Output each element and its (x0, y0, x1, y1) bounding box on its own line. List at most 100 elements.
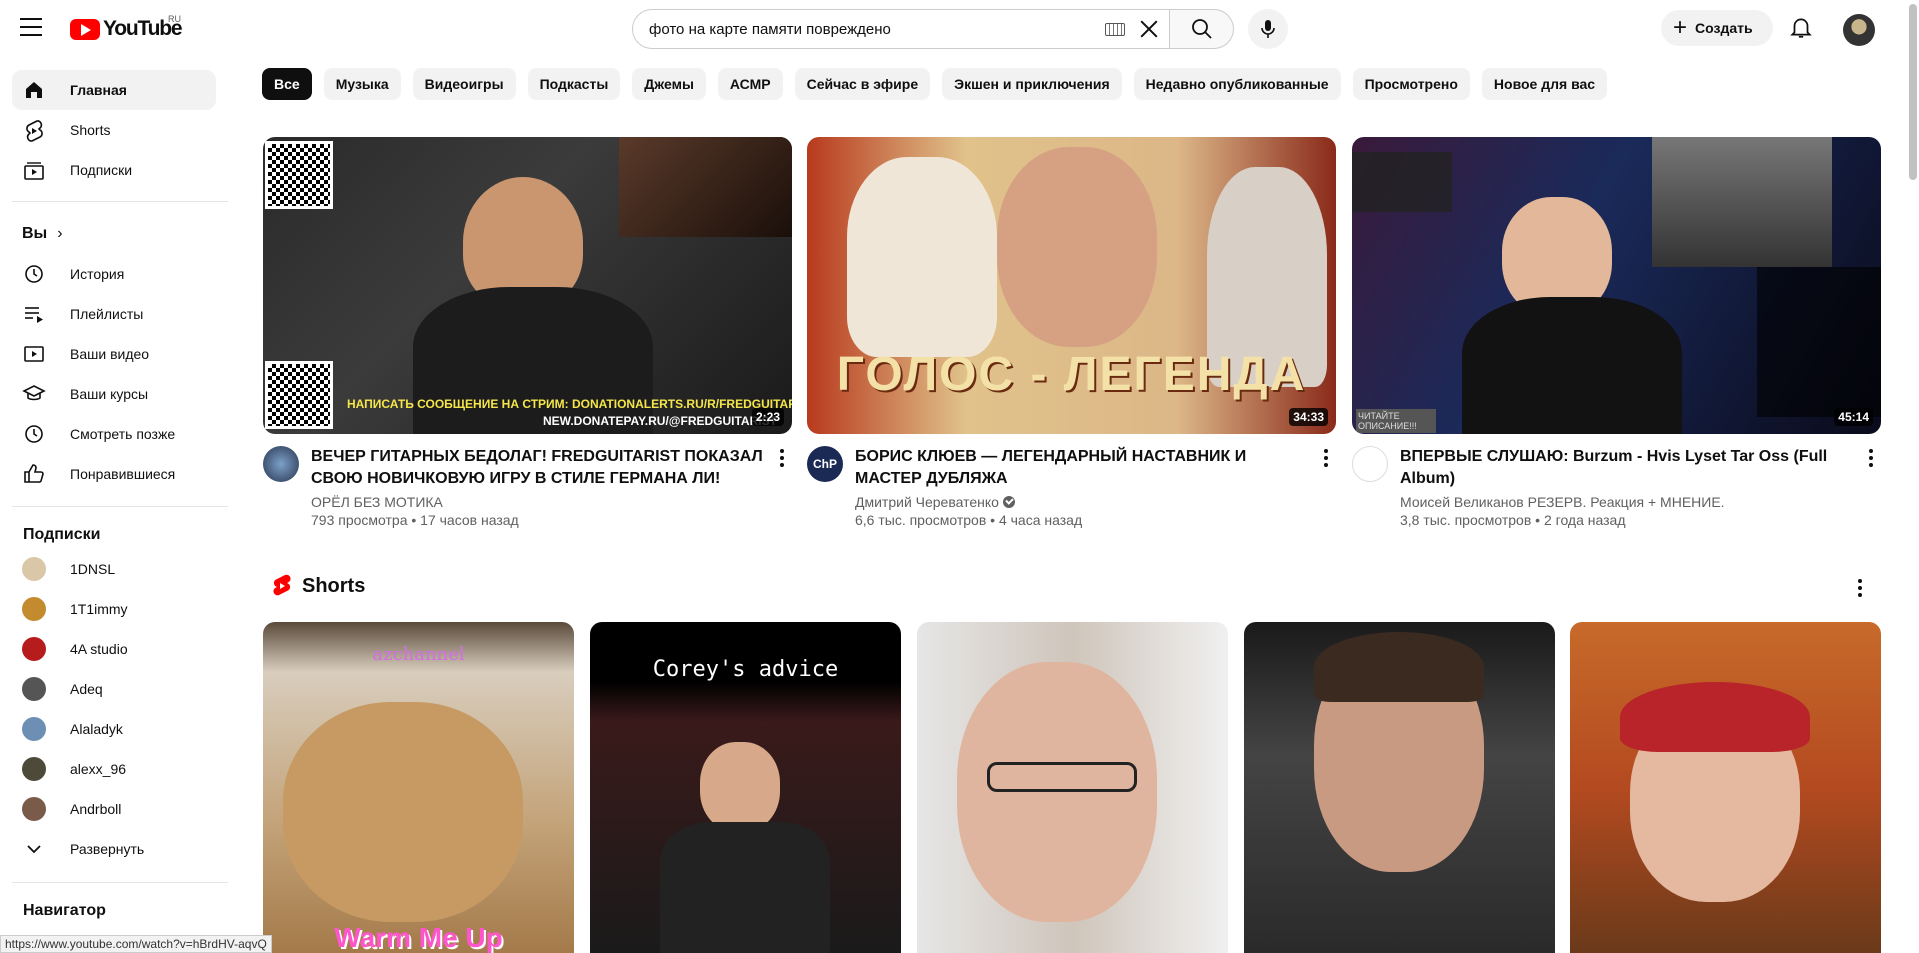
video-info: ВЕЧЕР ГИТАРНЫХ БЕДОЛАГ! FREDGUITARIST ПО… (263, 446, 792, 528)
video-thumbnail[interactable]: НАПИСАТЬ СООБЩЕНИЕ НА СТРИМ: DONATIONALE… (263, 137, 792, 434)
sidebar-item-label: Смотреть позже (70, 426, 176, 442)
top-bar: YouTube RU фото на карте памяти поврежде… (0, 0, 1919, 56)
sidebar-sub-alaladyk[interactable]: Alaladyk (12, 709, 216, 749)
sidebar-item-history[interactable]: История (12, 254, 216, 294)
chip-watched[interactable]: Просмотрено (1352, 68, 1470, 100)
sidebar-item-watch-later[interactable]: Смотреть позже (12, 414, 216, 454)
shorts-heading: Shorts (272, 574, 365, 598)
logo-region: RU (168, 14, 181, 24)
video-meta: 3,8 тыс. просмотров • 2 года назад (1400, 512, 1626, 528)
channel-avatar[interactable] (1352, 446, 1388, 482)
sidebar-sub-adeq[interactable]: Adeq (12, 669, 216, 709)
thumb-caption: NEW.DONATEPAY.RU/@FREDGUITARIST (543, 414, 777, 428)
channel-name[interactable]: Моисей Великанов РЕЗЕРВ. Реакция + МНЕНИ… (1400, 494, 1853, 510)
search-icon (1191, 19, 1212, 39)
person-figure (997, 147, 1157, 347)
sidebar-you-heading[interactable]: Вы › (12, 214, 216, 254)
sidebar-sub-4a-studio[interactable]: 4A studio (12, 629, 216, 669)
sidebar-item-label: 1T1immy (70, 601, 128, 617)
clear-icon[interactable] (1137, 17, 1161, 41)
short-card[interactable]: azchannel Warm Me Up (263, 622, 574, 953)
more-actions-icon[interactable] (1316, 446, 1336, 470)
short-card[interactable] (917, 622, 1228, 953)
video-thumbnail[interactable]: ЧИТАЙТЕ ОПИСАНИЕ!!! 45:14 (1352, 137, 1881, 434)
person-figure (957, 662, 1157, 922)
channel-avatar[interactable] (263, 446, 299, 482)
status-bar-url: https://www.youtube.com/watch?v=hBrdHV-a… (0, 935, 272, 953)
stream-overlay-panel (1352, 152, 1452, 212)
more-actions-icon[interactable] (772, 446, 792, 470)
create-button[interactable]: + Создать (1661, 10, 1773, 46)
sidebar-sub-1t1immy[interactable]: 1T1immy (12, 589, 216, 629)
sidebar-item-subscriptions[interactable]: Подписки (12, 150, 216, 190)
chip-all[interactable]: Все (262, 68, 312, 100)
sidebar-item-label: Ваши курсы (70, 386, 149, 402)
sidebar-sub-andrboll[interactable]: Andrboll (12, 789, 216, 829)
album-art-inset (1652, 137, 1832, 267)
youtube-play-icon (70, 18, 100, 40)
chip-music[interactable]: Музыка (323, 68, 401, 100)
qr-code-image (265, 361, 333, 429)
your-videos-icon (24, 346, 44, 362)
video-card[interactable]: НАПИСАТЬ СООБЩЕНИЕ НА СТРИМ: DONATIONALE… (263, 137, 792, 528)
sidebar-item-label: 1DNSL (70, 561, 116, 577)
sidebar-item-home[interactable]: Главная (12, 70, 216, 110)
more-actions-icon[interactable] (1861, 446, 1881, 470)
keyboard-icon[interactable] (1105, 22, 1125, 36)
video-title[interactable]: ВПЕРВЫЕ СЛУШАЮ: Burzum - Hvis Lyset Tar … (1400, 446, 1853, 490)
chip-podcasts[interactable]: Подкасты (527, 68, 621, 100)
hat-shape (1620, 682, 1810, 752)
sidebar-sub-1dnsl[interactable]: 1DNSL (12, 549, 216, 589)
sidebar-sub-alexx-96[interactable]: alexx_96 (12, 749, 216, 789)
chip-asmr[interactable]: АСМР (717, 68, 783, 100)
video-title[interactable]: БОРИС КЛЮЕВ — ЛЕГЕНДАРНЫЙ НАСТАВНИК И МА… (855, 446, 1308, 490)
search-text[interactable]: фото на карте памяти повреждено (649, 21, 1105, 38)
sidebar-expand-button[interactable]: Развернуть (12, 829, 216, 869)
sidebar-item-label: Alaladyk (70, 721, 123, 737)
sidebar-item-shorts[interactable]: Shorts (12, 110, 216, 150)
sidebar-item-playlists[interactable]: Плейлисты (12, 294, 216, 334)
thumb-caption: ЧИТАЙТЕ ОПИСАНИЕ!!! (1356, 409, 1436, 433)
chip-recent[interactable]: Недавно опубликованные (1133, 68, 1341, 100)
search-button[interactable] (1170, 9, 1234, 49)
menu-icon[interactable] (20, 18, 42, 36)
channel-name[interactable]: ОРЁЛ БЕЗ МОТИКА (311, 494, 764, 510)
video-thumbnail[interactable]: ГОЛОС - ЛЕГЕНДА 34:33 (807, 137, 1336, 434)
video-card[interactable]: ГОЛОС - ЛЕГЕНДА 34:33 ChP БОРИС КЛЮЕВ — … (807, 137, 1336, 528)
channel-name-text: Дмитрий Череватенко (855, 494, 999, 510)
courses-icon (22, 385, 46, 401)
short-card[interactable] (1244, 622, 1555, 953)
sidebar-item-liked[interactable]: Понравившиеся (12, 454, 216, 494)
channel-avatar (22, 677, 46, 701)
scrollbar-thumb[interactable] (1909, 4, 1917, 180)
chip-live[interactable]: Сейчас в эфире (794, 68, 931, 100)
notifications-bell-icon[interactable] (1788, 14, 1814, 40)
shorts-more-icon[interactable] (1850, 576, 1870, 600)
video-duration: 34:33 (1289, 408, 1328, 426)
chip-action[interactable]: Экшен и приключения (942, 68, 1122, 100)
chip-jams[interactable]: Джемы (632, 68, 706, 100)
sidebar-item-your-videos[interactable]: Ваши видео (12, 334, 216, 374)
search-input[interactable]: фото на карте памяти повреждено (632, 9, 1170, 49)
history-icon (25, 265, 43, 283)
sidebar-item-label: Adeq (70, 681, 103, 697)
chip-new-for-you[interactable]: Новое для вас (1481, 68, 1608, 100)
channel-avatar (22, 757, 46, 781)
account-avatar[interactable] (1843, 14, 1875, 46)
video-duration: 2:23 (751, 408, 784, 426)
short-card[interactable] (1570, 622, 1881, 953)
sidebar-item-label: alexx_96 (70, 761, 127, 777)
short-card[interactable]: Corey's advice (590, 622, 901, 953)
shorts-title: Shorts (302, 574, 366, 597)
video-title[interactable]: ВЕЧЕР ГИТАРНЫХ БЕДОЛАГ! FREDGUITARIST ПО… (311, 446, 764, 490)
voice-search-button[interactable] (1248, 9, 1288, 49)
sidebar-item-courses[interactable]: Ваши курсы (12, 374, 216, 414)
video-card[interactable]: ЧИТАЙТЕ ОПИСАНИЕ!!! 45:14 ВПЕРВЫЕ СЛУШАЮ… (1352, 137, 1881, 528)
youtube-logo[interactable]: YouTube (70, 17, 183, 41)
chevron-right-icon: › (57, 225, 63, 242)
chip-games[interactable]: Видеоигры (412, 68, 516, 100)
channel-avatar[interactable]: ChP (807, 446, 843, 482)
scrollbar[interactable] (1906, 0, 1919, 953)
thumb-caption: ГОЛОС - ЛЕГЕНДА (836, 348, 1307, 401)
channel-name[interactable]: Дмитрий Череватенко (855, 494, 1308, 510)
